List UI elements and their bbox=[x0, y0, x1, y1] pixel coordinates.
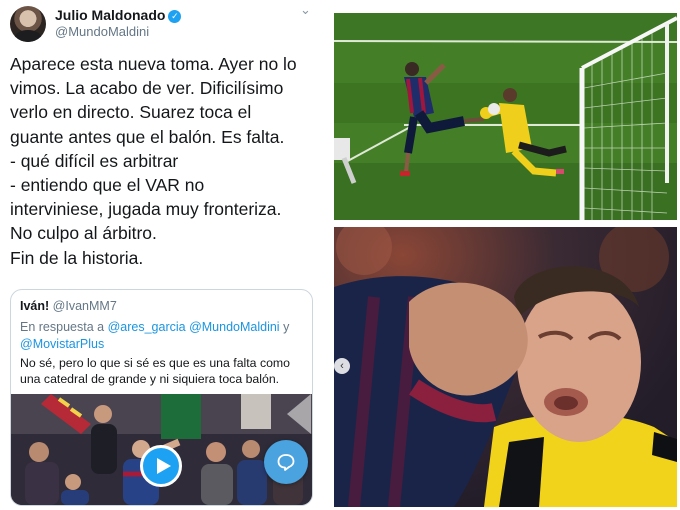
chevron-left-icon[interactable]: ‹ bbox=[334, 358, 350, 374]
reply-prefix: En respuesta a bbox=[20, 320, 105, 334]
tweet-line: Aparece esta nueva toma. Ayer no lo bbox=[10, 54, 297, 74]
tweet-body: Aparece esta nueva toma. Ayer no lo vimo… bbox=[10, 52, 318, 270]
tweet-line: Fin de la historia. bbox=[10, 247, 144, 268]
quoted-tweet[interactable]: Iván! @IvanMM7 En respuesta a @ares_garc… bbox=[10, 289, 313, 506]
quoted-header: Iván! @IvanMM7 bbox=[20, 299, 117, 313]
closeup-scene bbox=[334, 227, 677, 507]
mention-link[interactable]: @MovistarPlus bbox=[20, 337, 104, 351]
play-icon[interactable] bbox=[140, 445, 182, 487]
tweet-line: - entiendo que el VAR no bbox=[10, 175, 205, 196]
reply-button[interactable] bbox=[264, 440, 308, 484]
match-photo-closeup bbox=[334, 227, 677, 507]
quoted-line: No sé, pero lo que si sé es que es una f… bbox=[20, 356, 291, 370]
author-name-text[interactable]: Julio Maldonado bbox=[55, 7, 165, 23]
reply-and: y bbox=[283, 320, 290, 334]
mention-link[interactable]: @MundoMaldini bbox=[189, 320, 280, 334]
mention-link[interactable]: @ares_garcia bbox=[108, 320, 186, 334]
quoted-author-handle[interactable]: @IvanMM7 bbox=[53, 299, 117, 313]
pitch-scene bbox=[334, 13, 677, 220]
reply-bubble-icon bbox=[277, 454, 295, 471]
tweet-line: interviniese, jugada muy fronteriza. bbox=[10, 199, 282, 220]
quoted-video-thumbnail[interactable] bbox=[11, 394, 312, 505]
tweet-card: Julio Maldonado ✓ @MundoMaldini ⌄ Aparece… bbox=[0, 0, 325, 510]
quoted-line: una catedral de grande y ni siquiera toc… bbox=[20, 372, 280, 386]
tweet-line: No culpo al árbitro. bbox=[10, 223, 157, 244]
tweet-line: verlo en directo. Suarez toca el bbox=[10, 102, 252, 123]
author-handle[interactable]: @MundoMaldini bbox=[55, 24, 149, 39]
avatar[interactable] bbox=[10, 6, 46, 42]
tweet-line: guante antes que el balón. Es falta. bbox=[10, 126, 285, 147]
quoted-author-name[interactable]: Iván! bbox=[20, 299, 49, 313]
reply-context: En respuesta a @ares_garcia @MundoMaldin… bbox=[20, 319, 289, 353]
tweet-line: - qué difícil es arbitrar bbox=[10, 150, 179, 171]
quoted-text: No sé, pero lo que si sé es que es una f… bbox=[20, 355, 305, 387]
chevron-down-icon[interactable]: ⌄ bbox=[300, 2, 311, 18]
tweet-line: vimos. La acabo de ver. Dificilísimo bbox=[10, 78, 284, 99]
verified-badge-icon: ✓ bbox=[168, 10, 182, 23]
match-photo-goalkeeper-save bbox=[334, 13, 677, 220]
author-name[interactable]: Julio Maldonado ✓ bbox=[55, 7, 182, 23]
